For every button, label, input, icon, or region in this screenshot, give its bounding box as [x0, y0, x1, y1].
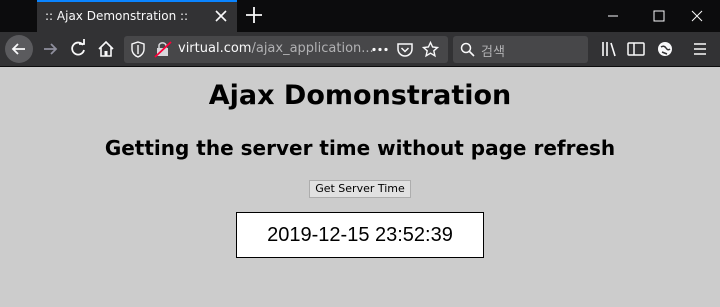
back-arrow-icon [11, 43, 25, 55]
more-actions-icon[interactable] [371, 42, 389, 57]
sidebar-icon[interactable] [622, 35, 650, 63]
tab-title: :: Ajax Demonstration :: [45, 9, 189, 23]
page-content: Ajax Domonstration Getting the server ti… [0, 68, 720, 307]
page-subtitle: Getting the server time without page ref… [104, 136, 616, 160]
back-button[interactable] [5, 35, 33, 63]
insecure-lock-icon[interactable] [154, 41, 172, 58]
hamburger-menu-icon[interactable] [686, 35, 714, 63]
search-bar[interactable]: 검색 [453, 36, 588, 63]
pocket-icon[interactable] [396, 41, 414, 58]
page-title: Ajax Domonstration [208, 80, 512, 111]
url-bar[interactable]: virtual.com/ajax_application... [124, 36, 448, 63]
shield-icon[interactable] [130, 41, 146, 58]
home-icon[interactable] [92, 35, 120, 63]
nav-toolbar: virtual.com/ajax_application... 검색 [0, 32, 720, 67]
new-tab-icon[interactable] [243, 4, 265, 26]
server-time-display: 2019-12-15 23:52:39 [236, 212, 484, 258]
forward-arrow-icon[interactable] [36, 35, 64, 63]
get-server-time-button[interactable]: Get Server Time [309, 180, 411, 198]
reload-icon[interactable] [64, 35, 92, 63]
close-tab-icon[interactable] [211, 6, 231, 26]
search-icon [460, 42, 475, 57]
url-host: virtual.com [178, 41, 252, 56]
url-text: virtual.com/ajax_application... [178, 41, 374, 56]
search-placeholder: 검색 [481, 45, 505, 60]
window-close-icon[interactable] [674, 0, 720, 32]
tab-strip: :: Ajax Demonstration :: [0, 0, 720, 32]
extension-icon[interactable] [651, 35, 679, 63]
active-tab[interactable]: :: Ajax Demonstration :: [37, 0, 237, 32]
bookmark-star-icon[interactable] [422, 41, 439, 58]
minimize-icon[interactable] [590, 0, 636, 32]
library-icon[interactable] [596, 35, 624, 63]
url-path: /ajax_application... [251, 41, 374, 56]
